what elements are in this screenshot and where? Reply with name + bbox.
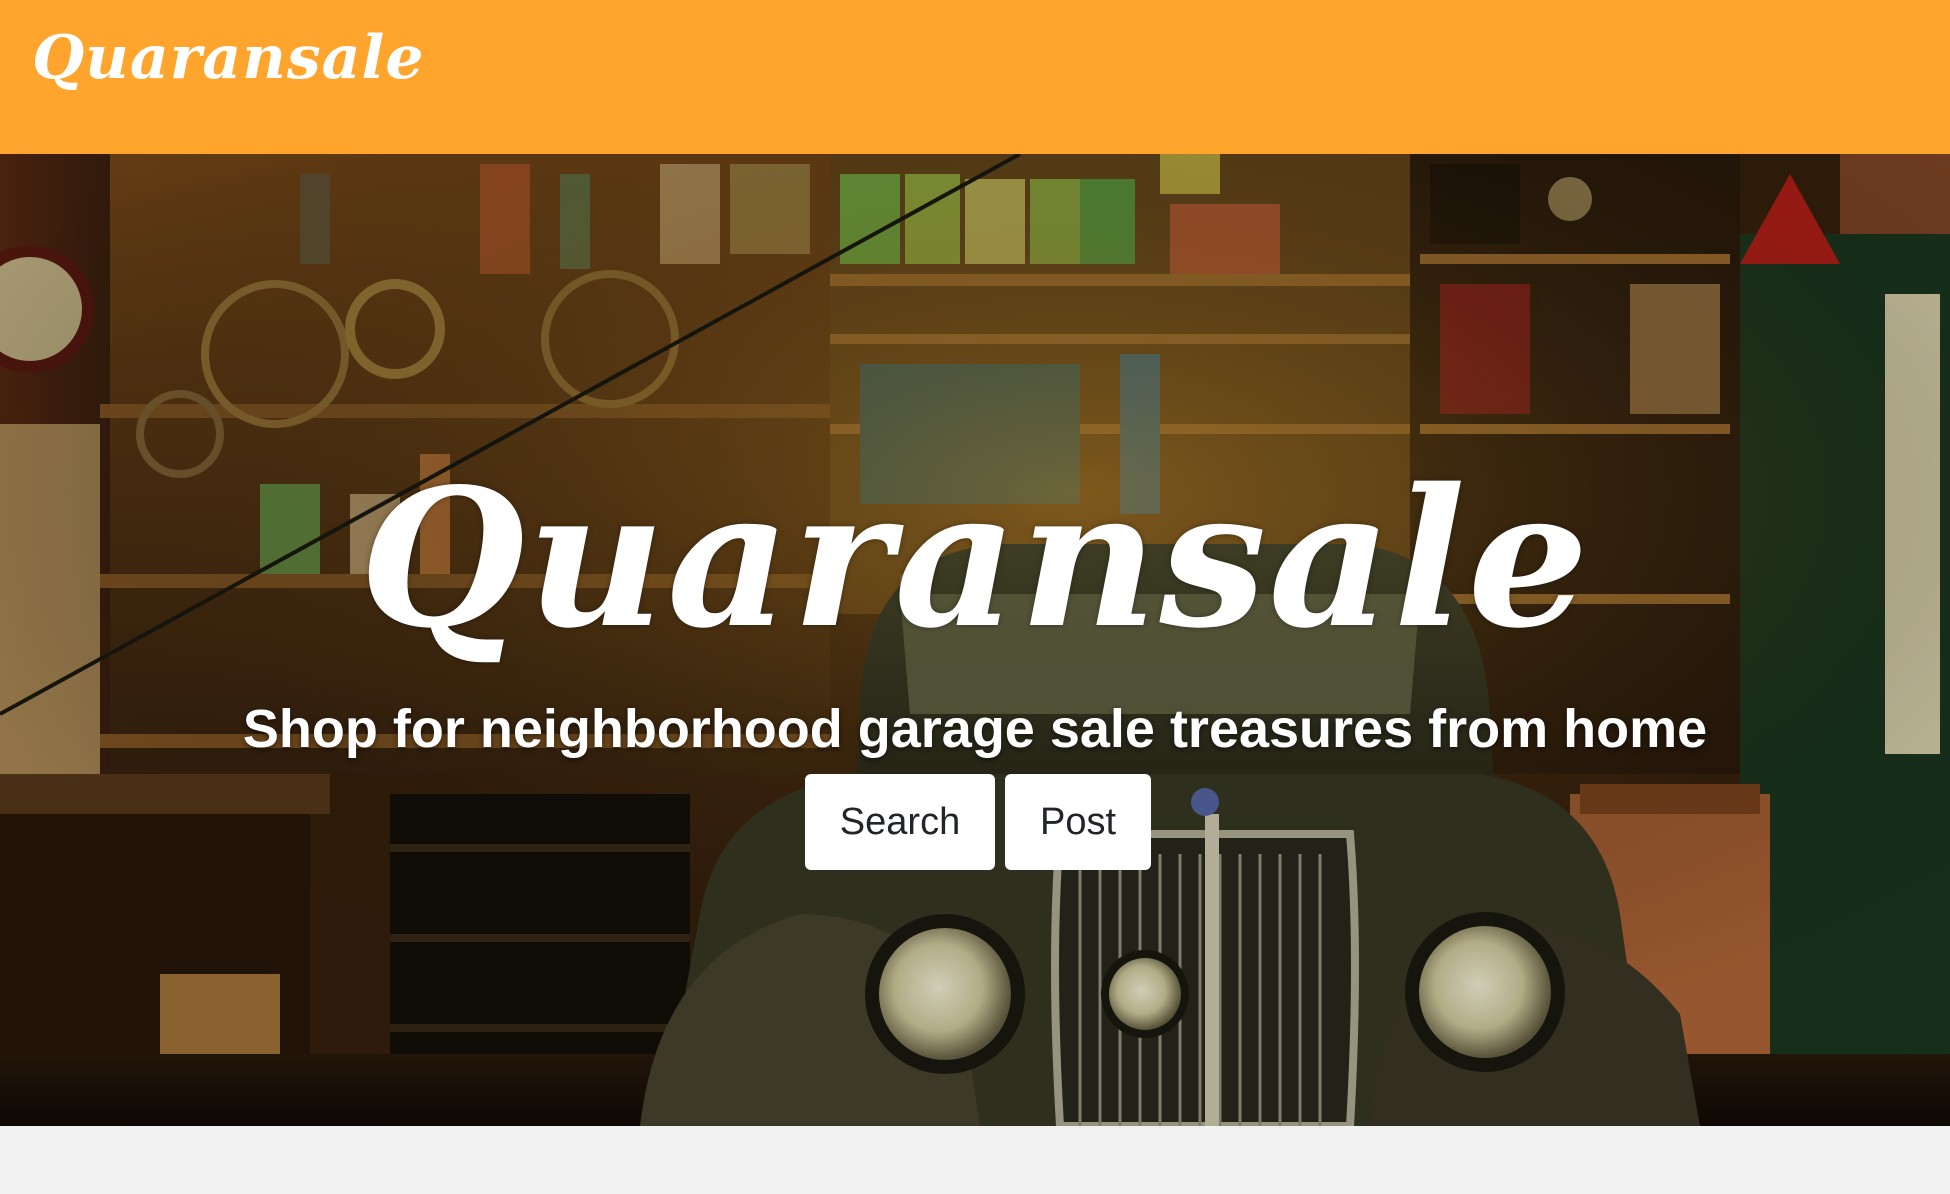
hero-actions: Search Post [0,774,1950,870]
top-navbar: Quaransale [0,0,1950,154]
navbar-brand[interactable]: Quaransale [32,18,425,98]
hero-section: Quaransale Shop for neighborhood garage … [0,154,1950,1126]
search-button[interactable]: Search [805,774,995,870]
hero-title: Quaransale [359,447,1591,670]
hero-tagline: Shop for neighborhood garage sale treasu… [242,699,1708,759]
post-button[interactable]: Post [1005,774,1151,870]
page-body [0,1126,1950,1194]
